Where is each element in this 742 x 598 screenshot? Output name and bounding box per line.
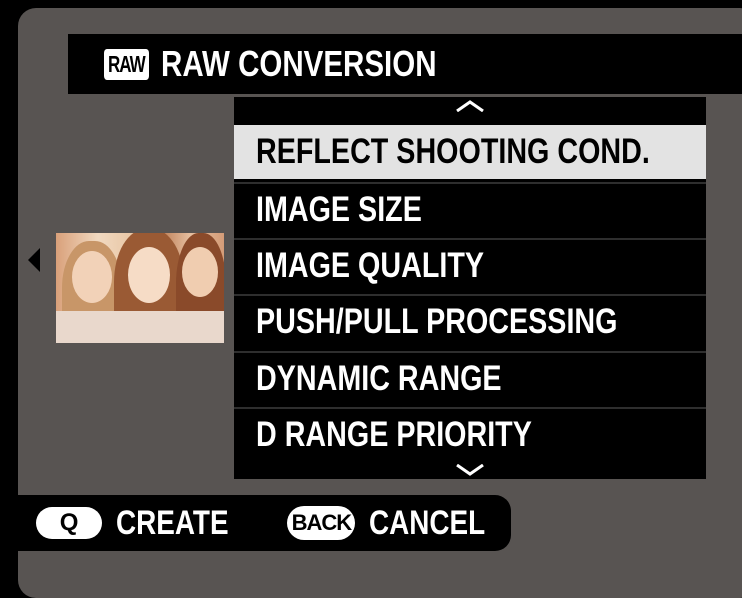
camera-screen: RAW RAW CONVERSION REFLECT SHOOTING COND… bbox=[18, 8, 742, 598]
chevron-down-icon[interactable] bbox=[455, 464, 485, 476]
page-title: RAW CONVERSION bbox=[160, 43, 437, 84]
title-bar: RAW RAW CONVERSION bbox=[68, 34, 742, 94]
raw-badge-icon: RAW bbox=[104, 48, 149, 80]
menu-list: REFLECT SHOOTING COND. IMAGE SIZE IMAGE … bbox=[234, 97, 706, 479]
footer-bar: Q CREATE BACK CANCEL bbox=[18, 495, 511, 551]
back-button-icon[interactable]: BACK bbox=[287, 506, 356, 540]
menu-item-push-pull-processing[interactable]: PUSH/PULL PROCESSING bbox=[234, 294, 706, 348]
menu-item-d-range-priority[interactable]: D RANGE PRIORITY bbox=[234, 407, 706, 461]
menu-item-dynamic-range[interactable]: DYNAMIC RANGE bbox=[234, 351, 706, 405]
image-thumbnail bbox=[56, 233, 224, 343]
chevron-up-icon[interactable] bbox=[455, 100, 485, 112]
q-button-icon[interactable]: Q bbox=[36, 507, 103, 539]
menu-item-image-quality[interactable]: IMAGE QUALITY bbox=[234, 238, 706, 292]
left-arrow-icon[interactable] bbox=[28, 248, 40, 272]
menu-item-image-size[interactable]: IMAGE SIZE bbox=[234, 182, 706, 236]
cancel-label[interactable]: CANCEL bbox=[369, 504, 485, 543]
menu-item-reflect-shooting-cond[interactable]: REFLECT SHOOTING COND. bbox=[234, 125, 706, 179]
create-label[interactable]: CREATE bbox=[116, 504, 229, 543]
